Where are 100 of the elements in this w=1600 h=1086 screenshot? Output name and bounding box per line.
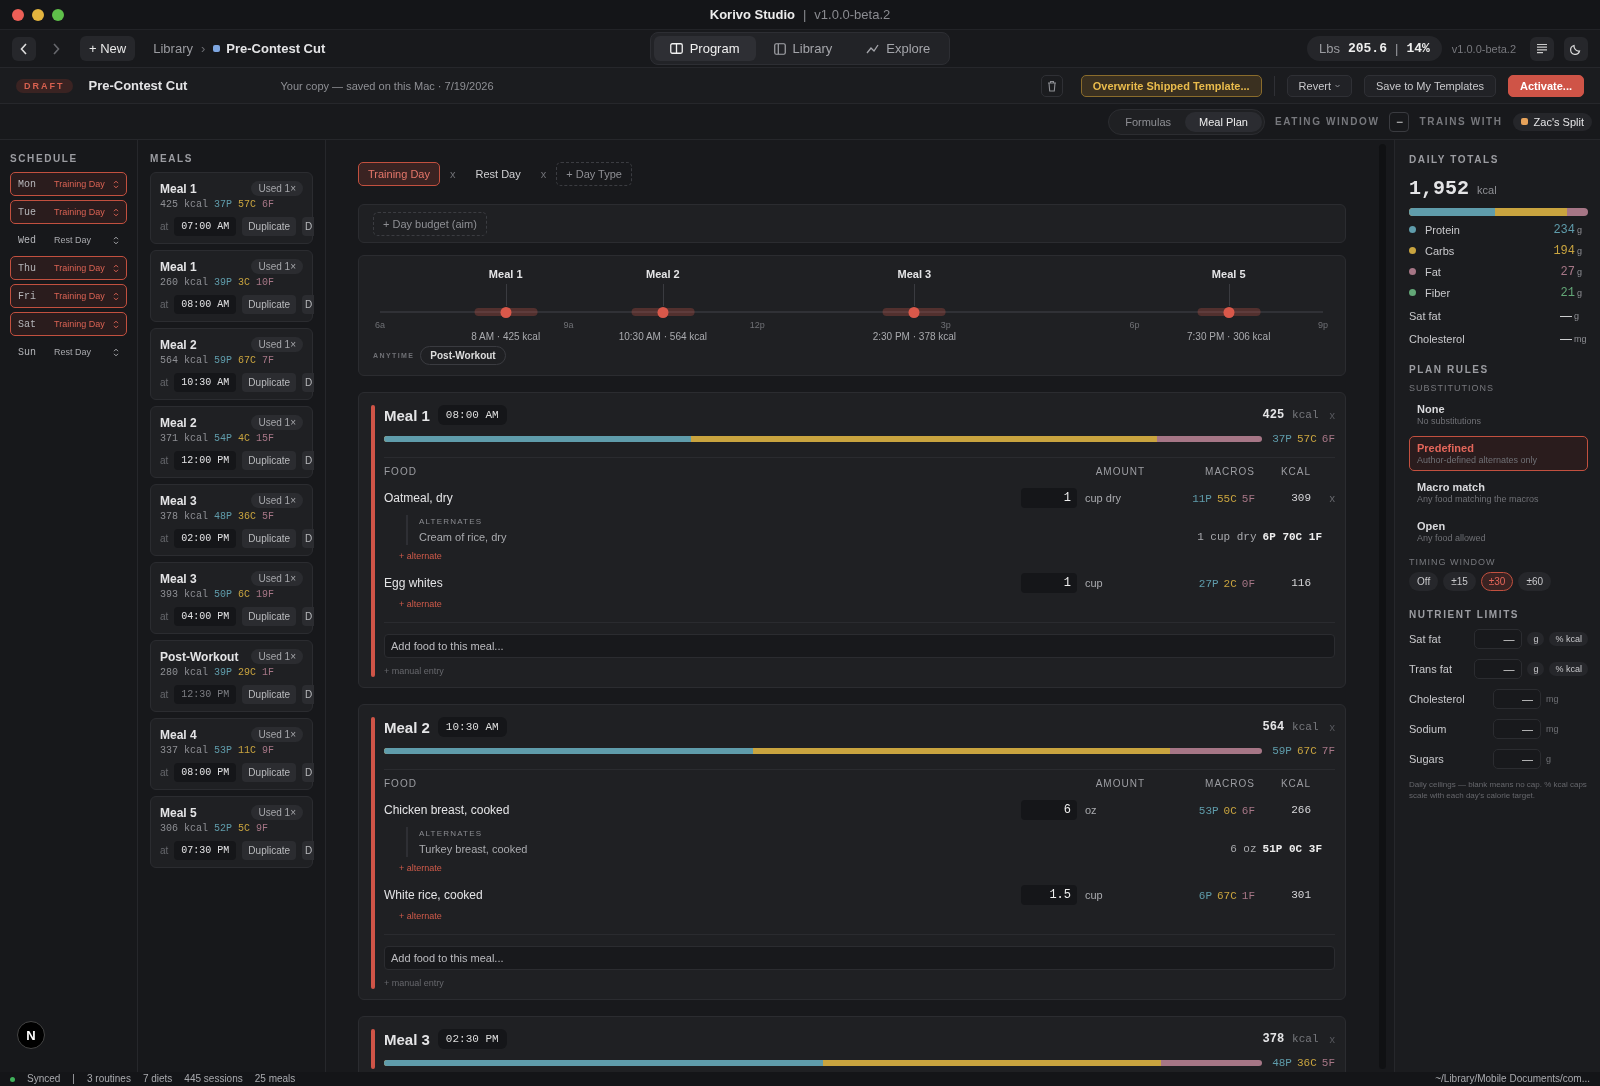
meal-time-field[interactable]: 08:00 AM <box>174 295 237 314</box>
meal-list-card[interactable]: Meal 5 Used 1× 306 kcal 52P 5C 9F at 07:30 PM Duplicate D <box>150 796 313 868</box>
substitution-option[interactable]: Predefined Author-defined alternates only <box>1409 436 1588 471</box>
theme-button[interactable] <box>1564 36 1588 61</box>
toolbar-button[interactable]: Revert <box>1286 74 1352 97</box>
add-food-field[interactable]: Add food to this meal... <box>384 946 1335 970</box>
limit-field[interactable]: — <box>1474 659 1523 679</box>
schedule-day[interactable]: Sun Rest Day <box>10 340 127 364</box>
add-day-type-button[interactable]: + Day Type <box>556 162 632 186</box>
delete-button[interactable]: D <box>302 607 315 626</box>
zoom-button[interactable] <box>52 8 64 21</box>
limit-field[interactable]: — <box>1474 629 1523 649</box>
limit-field[interactable]: — <box>1493 719 1541 739</box>
add-food-field[interactable]: Add food to this meal... <box>384 634 1335 658</box>
amount-field[interactable]: 1 <box>1021 488 1077 508</box>
duplicate-button[interactable]: Duplicate <box>242 295 297 314</box>
unit-toggle[interactable]: % kcal <box>1549 632 1588 646</box>
delete-button[interactable] <box>1040 74 1063 97</box>
minimize-button[interactable] <box>32 8 44 21</box>
delete-button[interactable]: D <box>302 841 315 860</box>
meal-list-card[interactable]: Meal 1 Used 1× 260 kcal 39P 3C 10F at 08:00 AM Duplicate D <box>150 250 313 322</box>
schedule-day[interactable]: Sat Training Day <box>10 312 127 336</box>
substitution-option[interactable]: None No substitutions <box>1409 397 1588 432</box>
duplicate-button[interactable]: Duplicate <box>242 763 297 782</box>
duplicate-button[interactable]: Duplicate <box>242 841 297 860</box>
meal-list-card[interactable]: Meal 4 Used 1× 337 kcal 53P 11C 9F at 08:00 PM Duplicate D <box>150 718 313 790</box>
menu-button[interactable] <box>1530 36 1554 61</box>
duplicate-button[interactable]: Duplicate <box>242 685 297 704</box>
day-type-tab[interactable]: Training Day <box>358 162 440 186</box>
weight-pill[interactable]: Lbs 205.6 | 14% <box>1307 36 1442 61</box>
meal-time-field[interactable]: 02:00 PM <box>174 529 237 548</box>
timing-option[interactable]: ±30 <box>1480 572 1514 591</box>
nav-tab[interactable]: Library <box>757 36 849 61</box>
view-tab[interactable]: Formulas <box>1111 111 1185 132</box>
timing-option[interactable]: ±60 <box>1518 572 1552 591</box>
add-alternate-link[interactable]: + alternate <box>399 551 442 561</box>
toolbar-button[interactable]: Overwrite Shipped Template... <box>1080 74 1262 97</box>
substitution-option[interactable]: Macro match Any food matching the macros <box>1409 475 1588 510</box>
remove-day-type-button[interactable]: x <box>449 168 456 180</box>
duplicate-button[interactable]: Duplicate <box>242 373 297 392</box>
meal-list-card[interactable]: Post-Workout Used 1× 280 kcal 39P 29C 1F at 12:30 PM Duplicate D <box>150 640 313 712</box>
unit-toggle[interactable]: g <box>1527 632 1545 646</box>
schedule-day[interactable]: Thu Training Day <box>10 256 127 280</box>
schedule-day[interactable]: Wed Rest Day <box>10 228 127 252</box>
amount-field[interactable]: 1 <box>1021 573 1077 593</box>
delete-button[interactable]: D <box>302 373 315 392</box>
delete-button[interactable]: D <box>302 451 315 470</box>
timing-option[interactable]: Off <box>1409 572 1439 591</box>
unit-toggle[interactable]: g <box>1527 662 1545 676</box>
meal-time-field[interactable]: 10:30 AM <box>174 373 237 392</box>
duplicate-button[interactable]: Duplicate <box>242 217 297 236</box>
limit-field[interactable]: — <box>1493 749 1541 769</box>
schedule-day[interactable]: Tue Training Day <box>10 200 127 224</box>
schedule-day[interactable]: Mon Training Day <box>10 172 127 196</box>
meal-list-card[interactable]: Meal 2 Used 1× 371 kcal 54P 4C 15F at 12:00 PM Duplicate D <box>150 406 313 478</box>
day-type-tab[interactable]: Rest Day <box>465 162 531 186</box>
close-button[interactable] <box>12 8 24 21</box>
delete-button[interactable]: D <box>302 763 315 782</box>
add-alternate-link[interactable]: + alternate <box>399 599 442 609</box>
add-alternate-link[interactable]: + alternate <box>399 863 442 873</box>
nav-tab[interactable]: Program <box>653 36 756 61</box>
back-button[interactable] <box>12 36 36 61</box>
amount-field[interactable]: 1.5 <box>1021 885 1077 905</box>
nav-tab[interactable]: Explore <box>850 36 947 61</box>
view-tab[interactable]: Meal Plan <box>1185 111 1262 132</box>
day-budget-button[interactable]: + Day budget (aim) <box>373 212 487 236</box>
meal-list-card[interactable]: Meal 3 Used 1× 393 kcal 50P 6C 19F at 04:00 PM Duplicate D <box>150 562 313 634</box>
meal-list-card[interactable]: Meal 1 Used 1× 425 kcal 37P 57C 6F at 07:00 AM Duplicate D <box>150 172 313 244</box>
delete-button[interactable]: D <box>302 217 315 236</box>
toolbar-button[interactable]: Activate... <box>1508 74 1584 97</box>
delete-button[interactable]: D <box>302 295 315 314</box>
meal-time-field[interactable]: 04:00 PM <box>174 607 237 626</box>
meal-marker[interactable] <box>1223 306 1235 318</box>
toolbar-button[interactable]: Save to My Templates <box>1364 74 1497 97</box>
delete-button[interactable]: D <box>302 529 315 548</box>
duplicate-button[interactable]: Duplicate <box>242 529 297 548</box>
meal-time-field[interactable]: 12:30 PM <box>174 685 237 704</box>
meal-time-field[interactable]: 02:30 PM <box>437 1029 507 1049</box>
duplicate-button[interactable]: Duplicate <box>242 451 297 470</box>
add-alternate-link[interactable]: + alternate <box>399 911 442 921</box>
duplicate-button[interactable]: Duplicate <box>242 607 297 626</box>
unit-toggle[interactable]: % kcal <box>1549 662 1588 676</box>
new-button[interactable]: + New <box>80 36 136 61</box>
meal-marker[interactable] <box>657 306 669 318</box>
split-chip[interactable]: Zac's Split <box>1512 112 1592 131</box>
meal-marker[interactable] <box>500 306 512 318</box>
meal-time-field[interactable]: 10:30 AM <box>437 717 507 737</box>
meal-marker[interactable] <box>908 306 920 318</box>
amount-field[interactable]: 6 <box>1021 800 1077 820</box>
delete-button[interactable]: D <box>302 685 315 704</box>
substitution-option[interactable]: Open Any food allowed <box>1409 514 1588 549</box>
eating-window-button[interactable]: − <box>1389 111 1410 132</box>
limit-field[interactable]: — <box>1493 689 1541 709</box>
schedule-day[interactable]: Fri Training Day <box>10 284 127 308</box>
meal-time-field[interactable]: 12:00 PM <box>174 451 237 470</box>
breadcrumb-link[interactable]: Library <box>153 41 193 56</box>
remove-day-type-button[interactable]: x <box>540 168 547 180</box>
meal-time-field[interactable]: 07:30 PM <box>174 841 237 860</box>
meal-time-field[interactable]: 08:00 AM <box>437 405 507 425</box>
meal-time-field[interactable]: 08:00 PM <box>174 763 237 782</box>
